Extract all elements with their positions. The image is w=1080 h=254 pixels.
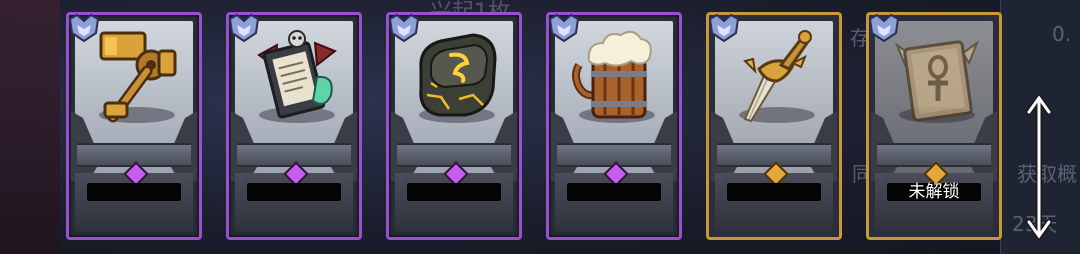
card-name-bar — [567, 183, 661, 201]
demon-helm-badge-icon — [868, 13, 900, 43]
beer-mug-icon — [572, 30, 652, 119]
glowing-rune-stone-icon — [419, 33, 497, 117]
locked-status-label: 未解锁 — [887, 183, 981, 201]
winged-ankh-tome-icon — [894, 40, 980, 122]
demon-helm-badge-icon — [228, 13, 260, 43]
demon-helm-badge-icon — [388, 13, 420, 43]
card-name-bar — [407, 183, 501, 201]
background-text-fragment: 0. — [1052, 22, 1072, 46]
demon-helm-badge-icon — [548, 13, 580, 43]
card-item-4[interactable] — [546, 12, 682, 240]
card-name-bar — [247, 183, 341, 201]
card-name-bar — [727, 183, 821, 201]
demon-helm-badge-icon — [68, 13, 100, 43]
card-item-5[interactable] — [706, 12, 842, 240]
card-item-3[interactable] — [386, 12, 522, 240]
bat-wing-clipboard-icon — [257, 30, 337, 119]
card-item-2[interactable] — [226, 12, 362, 240]
dragon-dagger-icon — [743, 30, 812, 123]
golden-gear-hammer-icon — [99, 31, 177, 123]
vertical-scroll-arrow-icon[interactable] — [1026, 92, 1052, 242]
card-item-1[interactable] — [66, 12, 202, 240]
card-name-bar — [87, 183, 181, 201]
background-banner — [0, 0, 60, 254]
demon-helm-badge-icon — [708, 13, 740, 43]
card-item-6-locked[interactable]: 未解锁 — [866, 12, 1002, 240]
